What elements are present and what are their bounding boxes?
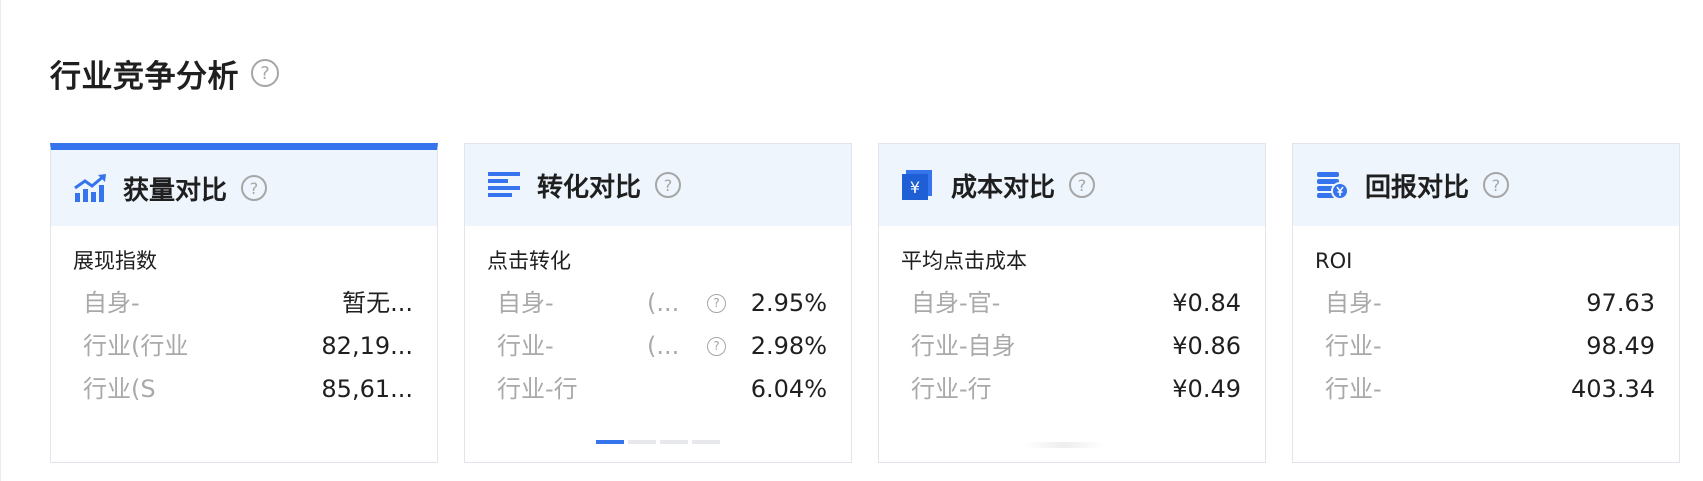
coins-yen-icon [1315,168,1349,202]
list-item: 行业-行 6.04% [487,368,851,411]
card-header: ¥ 成本对比 ? [879,144,1265,226]
card-cost-comparison[interactable]: ¥ 成本对比 ? 平均点击成本 自身-官- ¥0.84 行业-自身 ¥0.86 … [878,143,1266,463]
card-return-comparison[interactable]: 回报对比 ? ROI 自身- 97.63 行业- 98.49 行业- 403.3… [1292,143,1680,463]
list-item: 行业-行 ¥0.49 [901,368,1265,411]
help-icon[interactable]: ? [655,172,682,198]
list-item: 自身- 97.63 [1315,282,1679,325]
card-body: 展现指数 自身- 暂无... 行业(行业 82,19... 行业(S 85,61… [51,226,437,411]
card-header: 转化对比 ? [465,144,851,226]
pager-dot[interactable] [660,440,688,444]
row-value: 82,19... [321,332,413,360]
list-item: 行业-自身 ¥0.86 [901,325,1265,368]
card-conversion-comparison[interactable]: 转化对比 ? 点击转化 自身- (... ? 2.95% 行业- (... ? … [464,143,852,463]
pager-dot-active[interactable] [596,440,624,444]
card-title: 转化对比 [537,172,642,203]
comparison-cards: 获量对比 ? 展现指数 自身- 暂无... 行业(行业 82,19... 行业(… [50,143,1680,463]
list-item: 行业- 98.49 [1315,325,1679,368]
row-label: 行业- [1325,375,1382,403]
section-title: 行业竞争分析 [50,58,239,95]
trend-chart-icon [73,171,107,205]
card-header: 获量对比 ? [51,150,437,226]
row-label: 行业-行 [497,375,578,403]
row-label: 行业-自身 [911,332,1016,360]
industry-competition-panel: 行业竞争分析 ? 获量对比 ? 展现指数 自身- 暂无... 行业(行业 82,… [0,0,1703,481]
row-value: ¥0.84 [1172,289,1241,317]
row-value: ¥0.86 [1172,332,1241,360]
card-traffic-comparison[interactable]: 获量对比 ? 展现指数 自身- 暂无... 行业(行业 82,19... 行业(… [50,143,438,463]
help-icon[interactable]: ? [241,175,268,201]
svg-text:¥: ¥ [910,178,920,197]
row-label: 行业(S [83,375,156,403]
card-title: 获量对比 [123,175,228,206]
list-item: 自身-官- ¥0.84 [901,282,1265,325]
help-icon[interactable]: ? [707,294,726,313]
metric-name: 平均点击成本 [901,249,1027,273]
card-body: ROI 自身- 97.63 行业- 98.49 行业- 403.34 [1293,226,1679,411]
list-lines-icon [487,168,521,202]
card-body: 平均点击成本 自身-官- ¥0.84 行业-自身 ¥0.86 行业-行 ¥0.4… [879,226,1265,411]
row-label: 行业- [1325,332,1382,360]
row-label: 自身- [497,289,554,317]
metric-name: ROI [1315,249,1353,273]
row-label: 自身- [83,289,140,317]
list-item: 行业(行业 82,19... [73,325,437,368]
pager-dot[interactable] [628,440,656,444]
row-truncated-text: (... [647,289,680,317]
metric-name: 点击转化 [487,249,571,273]
row-label: 行业- [497,332,554,360]
row-value: 暂无... [342,289,413,317]
list-item: 自身- 暂无... [73,282,437,325]
list-item: 自身- (... ? 2.95% [487,282,851,325]
card-header: 回报对比 ? [1293,144,1679,226]
pager-dot[interactable] [692,440,720,444]
help-icon[interactable]: ? [1069,172,1096,198]
help-icon[interactable]: ? [707,337,726,356]
help-icon[interactable]: ? [251,59,279,87]
card-title: 成本对比 [951,172,1056,203]
yen-book-icon: ¥ [901,168,935,202]
row-truncated-text: (... [647,332,680,360]
carousel-pager [465,440,851,444]
row-label: 行业(行业 [83,332,189,360]
row-value: ¥0.49 [1172,375,1241,403]
list-item: 行业- (... ? 2.98% [487,325,851,368]
blurred-area [1024,442,1104,448]
row-label: 自身-官- [911,289,1001,317]
row-value: 403.34 [1571,375,1655,403]
help-icon[interactable]: ? [1483,172,1510,198]
card-title: 回报对比 [1365,172,1470,203]
row-value: 2.95% [750,289,827,317]
list-item: 行业- 403.34 [1315,368,1679,411]
row-value: 2.98% [750,332,827,360]
row-value: 98.49 [1586,332,1655,360]
row-value: 97.63 [1586,289,1655,317]
list-item: 行业(S 85,61... [73,368,437,411]
row-value: 85,61... [321,375,413,403]
card-body: 点击转化 自身- (... ? 2.95% 行业- (... ? 2.98% 行… [465,226,851,411]
row-value: 6.04% [750,375,827,403]
row-label: 自身- [1325,289,1382,317]
section-header: 行业竞争分析 ? [50,48,279,98]
metric-name: 展现指数 [73,249,157,273]
row-label: 行业-行 [911,375,992,403]
